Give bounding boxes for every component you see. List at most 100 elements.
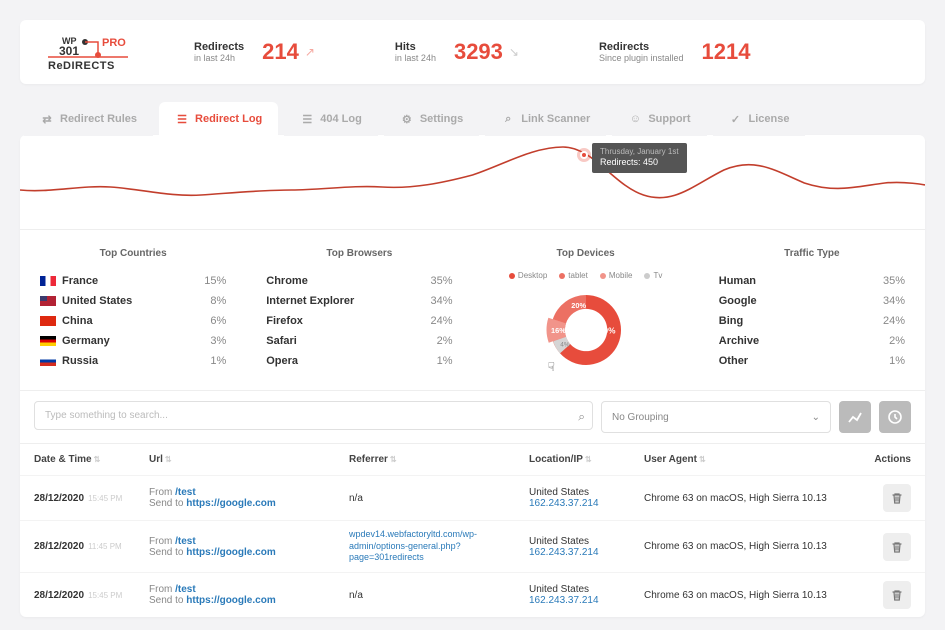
tab-label: 404 Log [320, 113, 362, 125]
to-url[interactable]: https://google.com [186, 498, 275, 509]
col-referrer[interactable]: Referrer⇅ [349, 454, 529, 465]
tab-label: Settings [420, 113, 463, 125]
chart-view-button[interactable] [839, 401, 871, 433]
tab-license[interactable]: ✓License [713, 102, 806, 136]
col-useragent[interactable]: User Agent⇅ [644, 454, 851, 465]
grouping-value: No Grouping [612, 412, 669, 423]
delete-button[interactable] [883, 484, 911, 512]
search-box: ⌕ [34, 401, 593, 433]
line-chart-svg [20, 135, 925, 230]
chart-tooltip: Thrusday, January 1st Redirects: 450 [592, 143, 687, 173]
table-header: Date & Time⇅ Url⇅ Referrer⇅ Location/IP⇅… [20, 444, 925, 475]
stat-sublabel: Since plugin installed [599, 53, 684, 63]
arrow-up-icon: ↗ [305, 45, 315, 59]
row-useragent: Chrome 63 on macOS, High Sierra 10.13 [644, 590, 851, 601]
from-url[interactable]: /test [175, 584, 196, 595]
tab-label: License [749, 113, 790, 125]
donut-legend: Desktop tablet Mobile Tv [493, 271, 679, 280]
legend-desktop: Desktop [509, 271, 547, 280]
traffic-row: Human35% [719, 271, 905, 291]
log-icon: ☰ [175, 112, 189, 126]
row-date: 28/12/2020 [34, 493, 84, 504]
flag-icon [40, 296, 56, 306]
sort-icon: ⇅ [585, 455, 592, 464]
col-url[interactable]: Url⇅ [149, 454, 349, 465]
delete-button[interactable] [883, 581, 911, 609]
redirects-line-chart[interactable]: Thrusday, January 1st Redirects: 450 [20, 135, 925, 230]
row-useragent: Chrome 63 on macOS, High Sierra 10.13 [644, 493, 851, 504]
trash-icon [890, 540, 904, 554]
row-ip[interactable]: 162.243.37.214 [529, 498, 644, 509]
tooltip-date: Thrusday, January 1st [600, 147, 679, 157]
search-input[interactable] [34, 401, 593, 430]
panel-top-devices: Top Devices Desktop tablet Mobile Tv 60%… [473, 230, 699, 390]
country-row: Germany 3% [40, 331, 226, 351]
main-panel: Thrusday, January 1st Redirects: 450 Top… [20, 135, 925, 617]
col-datetime[interactable]: Date & Time⇅ [34, 454, 149, 465]
row-date: 28/12/2020 [34, 590, 84, 601]
panel-title: Top Browsers [266, 240, 452, 271]
svg-text:16%: 16% [551, 326, 566, 335]
delete-button[interactable] [883, 533, 911, 561]
traffic-row: Bing24% [719, 311, 905, 331]
to-url[interactable]: https://google.com [186, 547, 275, 558]
from-url[interactable]: /test [175, 487, 196, 498]
tab-settings[interactable]: ⚙Settings [384, 102, 479, 136]
stats-panels: Top Countries France 15% United States 8… [20, 230, 925, 391]
donut-chart[interactable]: 60% 20% 16% 4% ☟ [493, 284, 679, 376]
browser-row: Internet Explorer34% [266, 291, 452, 311]
stat-value: 1214 [702, 39, 751, 65]
panel-traffic-type: Traffic Type Human35% Google34% Bing24% … [699, 230, 925, 390]
tab-label: Link Scanner [521, 113, 590, 125]
row-ip[interactable]: 162.243.37.214 [529, 547, 644, 558]
tooltip-value: Redirects: 450 [600, 157, 679, 169]
referrer-link[interactable]: wpdev14.webfactoryltd.com/wp-admin/optio… [349, 529, 477, 562]
search-icon[interactable]: ⌕ [578, 410, 585, 425]
stat-hits-24h: Hits in last 24h 3293 ↘ [395, 39, 519, 65]
to-label: Send to [149, 498, 186, 509]
logo: WP 301 PRO ReDIRECTS [44, 32, 134, 72]
from-label: From [149, 584, 175, 595]
svg-text:301: 301 [59, 44, 79, 58]
sort-icon: ⇅ [390, 455, 397, 464]
legend-tv: Tv [644, 271, 662, 280]
from-label: From [149, 536, 175, 547]
svg-text:PRO: PRO [102, 37, 126, 49]
table-row: 28/12/202015:45 PM From /test Send to ht… [20, 572, 925, 617]
stat-value: 214 [262, 39, 299, 65]
traffic-row: Archive2% [719, 331, 905, 351]
col-location[interactable]: Location/IP⇅ [529, 454, 644, 465]
search-icon: ⌕ [501, 112, 515, 126]
support-icon: ☺ [628, 112, 642, 126]
tab-link-scanner[interactable]: ⌕ Link Scanner [485, 102, 606, 136]
tab-404-log[interactable]: ☰404 Log [284, 102, 378, 136]
tab-label: Support [648, 113, 690, 125]
row-ip[interactable]: 162.243.37.214 [529, 595, 644, 606]
legend-tablet: tablet [559, 271, 588, 280]
time-view-button[interactable] [879, 401, 911, 433]
referrer-value: n/a [349, 590, 363, 601]
stat-label: Hits [395, 41, 436, 53]
tab-redirect-rules[interactable]: ⇄Redirect Rules [24, 102, 153, 136]
to-url[interactable]: https://google.com [186, 595, 275, 606]
tab-support[interactable]: ☺ Support [612, 102, 706, 136]
row-time: 15:45 PM [88, 591, 122, 600]
browser-row: Safari2% [266, 331, 452, 351]
from-url[interactable]: /test [175, 536, 196, 547]
tab-label: Redirect Rules [60, 113, 137, 125]
row-time: 11:45 PM [88, 542, 122, 551]
panel-top-browsers: Top Browsers Chrome35% Internet Explorer… [246, 230, 472, 390]
stat-sublabel: in last 24h [194, 53, 244, 63]
table-row: 28/12/202011:45 PM From /test Send to ht… [20, 520, 925, 572]
browser-row: Opera1% [266, 351, 452, 371]
trash-icon [890, 588, 904, 602]
arrow-down-icon: ↘ [509, 45, 519, 59]
row-country: United States [529, 536, 644, 547]
tab-redirect-log[interactable]: ☰Redirect Log [159, 102, 278, 136]
referrer-value: n/a [349, 493, 363, 504]
grouping-select[interactable]: No Grouping ⌄ [601, 401, 831, 433]
sort-icon: ⇅ [699, 455, 706, 464]
country-row: United States 8% [40, 291, 226, 311]
sort-icon: ⇅ [94, 455, 101, 464]
from-label: From [149, 487, 175, 498]
